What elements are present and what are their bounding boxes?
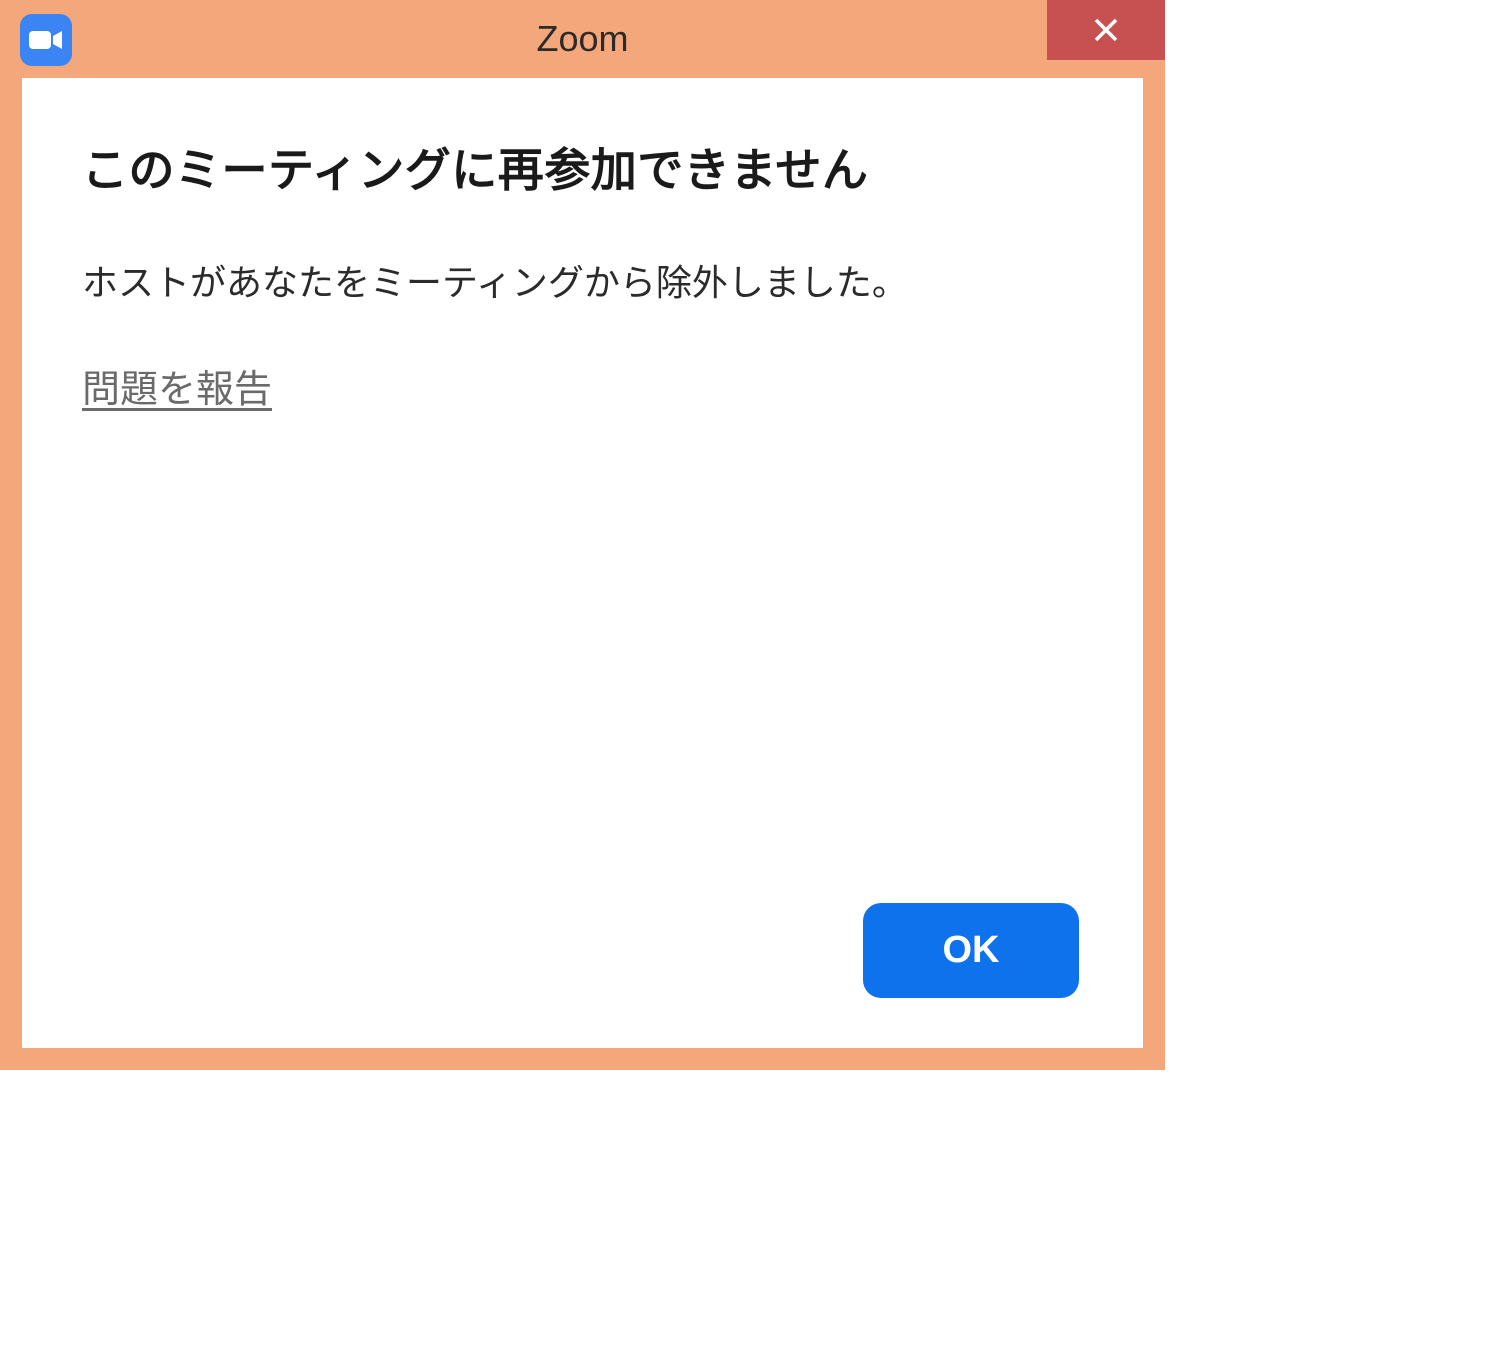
close-icon bbox=[1093, 17, 1119, 43]
zoom-app-icon bbox=[20, 14, 72, 66]
close-button[interactable] bbox=[1047, 0, 1165, 60]
dialog-footer: OK bbox=[82, 903, 1083, 1008]
camera-icon bbox=[29, 28, 63, 52]
dialog-body: このミーティングに再参加できません ホストがあなたをミーティングから除外しました… bbox=[22, 78, 1143, 1048]
report-problem-link[interactable]: 問題を報告 bbox=[82, 358, 272, 413]
ok-button[interactable]: OK bbox=[863, 903, 1079, 998]
spacer bbox=[82, 413, 1083, 903]
titlebar: Zoom bbox=[0, 0, 1165, 78]
window-title: Zoom bbox=[0, 18, 1165, 60]
dialog-message: ホストがあなたをミーティングから除外しました。 bbox=[82, 254, 1083, 306]
dialog-heading: このミーティングに再参加できません bbox=[82, 134, 1083, 200]
dialog-window: Zoom このミーティングに再参加できません ホストがあなたをミーティングから除… bbox=[0, 0, 1165, 1070]
